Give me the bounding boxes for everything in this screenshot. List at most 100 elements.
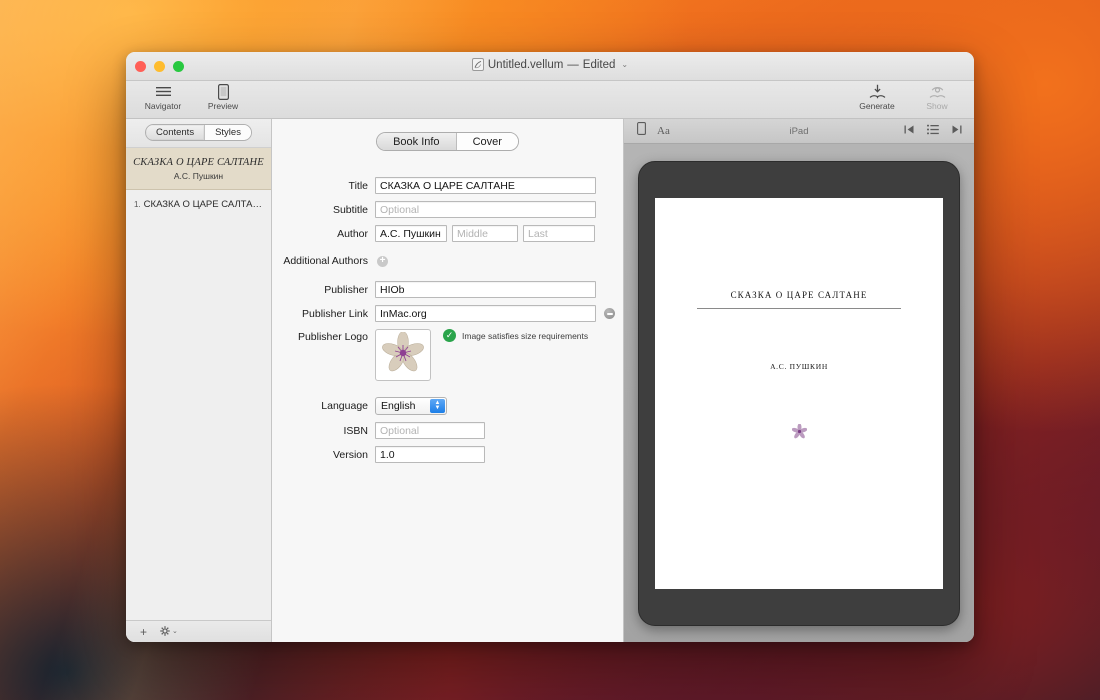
add-element-button[interactable]: +: [140, 626, 147, 638]
sidebar-tab-styles[interactable]: Styles: [204, 125, 251, 140]
green-check-icon: ✓: [443, 329, 456, 342]
chapter-title: СКАЗКА О ЦАРЕ САЛТА…: [144, 199, 262, 210]
flower-logo-image: [382, 332, 424, 379]
add-circle-icon[interactable]: +: [377, 256, 388, 267]
sidebar-book-title: СКАЗКА О ЦАРЕ САЛТАНЕ: [132, 157, 265, 168]
preview-label: Preview: [208, 101, 238, 111]
gear-icon: [160, 626, 170, 638]
tablet-device-frame: СКАЗКА О ЦАРЕ САЛТАНЕ А.С. ПУШКИН: [638, 161, 960, 626]
version-label: Version: [272, 449, 375, 461]
title-separator: —: [567, 59, 579, 71]
book-info-form: Title СКАЗКА О ЦАРЕ САЛТАНЕ Subtitle Opt…: [272, 177, 623, 463]
pane-tabs-wrap: Book Info Cover: [272, 119, 623, 151]
subtitle-row: Subtitle Optional: [272, 201, 623, 218]
page-author: А.С. ПУШКИН: [655, 362, 943, 371]
isbn-input[interactable]: Optional: [375, 422, 485, 439]
sidebar: Contents Styles СКАЗКА О ЦАРЕ САЛТАНЕ А.…: [126, 119, 272, 642]
language-row: Language English ▲▼: [272, 397, 623, 415]
preview-button[interactable]: Preview: [200, 83, 246, 111]
show-eye-icon: [929, 83, 946, 100]
author-middle-input[interactable]: Middle: [452, 225, 518, 242]
publisher-input[interactable]: HIOb: [375, 281, 596, 298]
flower-ornament-icon: [792, 424, 807, 444]
sidebar-gear-button[interactable]: ⌄: [160, 626, 178, 638]
toolbar-right-group: Generate Show: [854, 83, 960, 111]
language-value: English: [381, 400, 415, 412]
sidebar-segmented-control: Contents Styles: [145, 124, 252, 141]
contents-list-icon[interactable]: [927, 122, 939, 140]
book-info-pane: Book Info Cover Title СКАЗКА О ЦАРЕ САЛТ…: [272, 119, 624, 642]
page-title-rule: [697, 308, 901, 309]
sidebar-chapter-list: 1.СКАЗКА О ЦАРЕ САЛТА…: [126, 190, 271, 620]
publisher-link-input[interactable]: InMac.org: [375, 305, 596, 322]
preview-pane: Aa iPad: [624, 119, 974, 642]
title-label: Title: [272, 180, 375, 192]
chapter-number: 1.: [134, 200, 141, 209]
first-page-icon[interactable]: [904, 122, 915, 140]
navigator-button[interactable]: Navigator: [140, 83, 186, 111]
list-item[interactable]: 1.СКАЗКА О ЦАРЕ САЛТА…: [126, 197, 271, 212]
window-titlebar: Untitled.vellum — Edited ⌄: [126, 52, 974, 81]
publisher-label: Publisher: [272, 284, 375, 296]
title-input[interactable]: СКАЗКА О ЦАРЕ САЛТАНЕ: [375, 177, 596, 194]
logo-status-text: Image satisfies size requirements: [462, 331, 588, 341]
desktop-wallpaper: Untitled.vellum — Edited ⌄ Navigat: [0, 0, 1100, 700]
publisher-logo-row: Publisher Logo: [272, 329, 623, 381]
language-label: Language: [272, 400, 375, 412]
generate-label: Generate: [859, 101, 894, 111]
subtitle-input[interactable]: Optional: [375, 201, 596, 218]
vellum-app-window: Untitled.vellum — Edited ⌄ Navigat: [126, 52, 974, 642]
preview-toolbar: Aa iPad: [624, 119, 974, 144]
tab-book-info[interactable]: Book Info: [377, 133, 455, 150]
pane-tabs: Book Info Cover: [376, 132, 519, 151]
show-label: Show: [926, 101, 947, 111]
navigator-label: Navigator: [145, 101, 181, 111]
author-last-input[interactable]: Last: [523, 225, 595, 242]
tablet-screen[interactable]: СКАЗКА О ЦАРЕ САЛТАНЕ А.С. ПУШКИН: [655, 198, 943, 589]
show-button[interactable]: Show: [914, 83, 960, 111]
publisher-link-row: Publisher Link InMac.org: [272, 305, 623, 322]
logo-status-note: ✓ Image satisfies size requirements: [443, 329, 588, 342]
page-title: СКАЗКА О ЦАРЕ САЛТАНЕ: [655, 290, 943, 300]
preview-stage: СКАЗКА О ЦАРЕ САЛТАНЕ А.С. ПУШКИН: [624, 144, 974, 642]
remove-circle-icon[interactable]: [604, 308, 615, 319]
sidebar-footer: + ⌄: [126, 620, 271, 642]
window-title-text: Untitled.vellum: [488, 59, 563, 71]
publisher-logo-label: Publisher Logo: [272, 329, 375, 343]
title-row: Title СКАЗКА О ЦАРЕ САЛТАНЕ: [272, 177, 623, 194]
app-toolbar: Navigator Preview: [126, 81, 974, 119]
isbn-row: ISBN Optional: [272, 422, 623, 439]
isbn-label: ISBN: [272, 425, 375, 437]
sidebar-book-author: А.С. Пушкин: [132, 171, 265, 181]
generate-button[interactable]: Generate: [854, 83, 900, 111]
stepper-arrows-icon: ▲▼: [430, 399, 445, 413]
sidebar-book-header[interactable]: СКАЗКА О ЦАРЕ САЛТАНЕ А.С. Пушкин: [126, 148, 271, 190]
language-select[interactable]: English ▲▼: [375, 397, 447, 415]
publisher-row: Publisher HIOb: [272, 281, 623, 298]
subtitle-label: Subtitle: [272, 204, 375, 216]
version-row: Version 1.0: [272, 446, 623, 463]
tab-cover[interactable]: Cover: [456, 133, 518, 150]
additional-authors-label: Additional Authors: [272, 255, 375, 267]
vellum-document-icon: [472, 58, 484, 71]
toolbar-left-group: Navigator Preview: [140, 83, 246, 111]
last-page-icon[interactable]: [951, 122, 962, 140]
preview-toolbar-right: [904, 122, 962, 140]
sidebar-tab-contents[interactable]: Contents: [146, 125, 204, 140]
generate-download-icon: [869, 83, 886, 100]
window-body: Contents Styles СКАЗКА О ЦАРЕ САЛТАНЕ А.…: [126, 119, 974, 642]
version-input[interactable]: 1.0: [375, 446, 485, 463]
window-title-group: Untitled.vellum — Edited ⌄: [126, 58, 974, 71]
author-first-input[interactable]: А.С. Пушкин: [375, 225, 447, 242]
publisher-link-label: Publisher Link: [272, 308, 375, 320]
author-row: Author А.С. Пушкин Middle Last: [272, 225, 623, 242]
sidebar-segmented-control-wrap: Contents Styles: [126, 119, 271, 148]
chevron-down-icon[interactable]: ⌄: [621, 60, 628, 69]
hamburger-menu-icon: [156, 83, 171, 100]
chevron-down-icon: ⌄: [172, 628, 178, 635]
additional-authors-row: Additional Authors +: [272, 255, 623, 267]
edited-status: Edited: [583, 59, 616, 71]
page-ornament: [655, 424, 943, 444]
publisher-logo-well[interactable]: [375, 329, 431, 381]
author-label: Author: [272, 228, 375, 240]
